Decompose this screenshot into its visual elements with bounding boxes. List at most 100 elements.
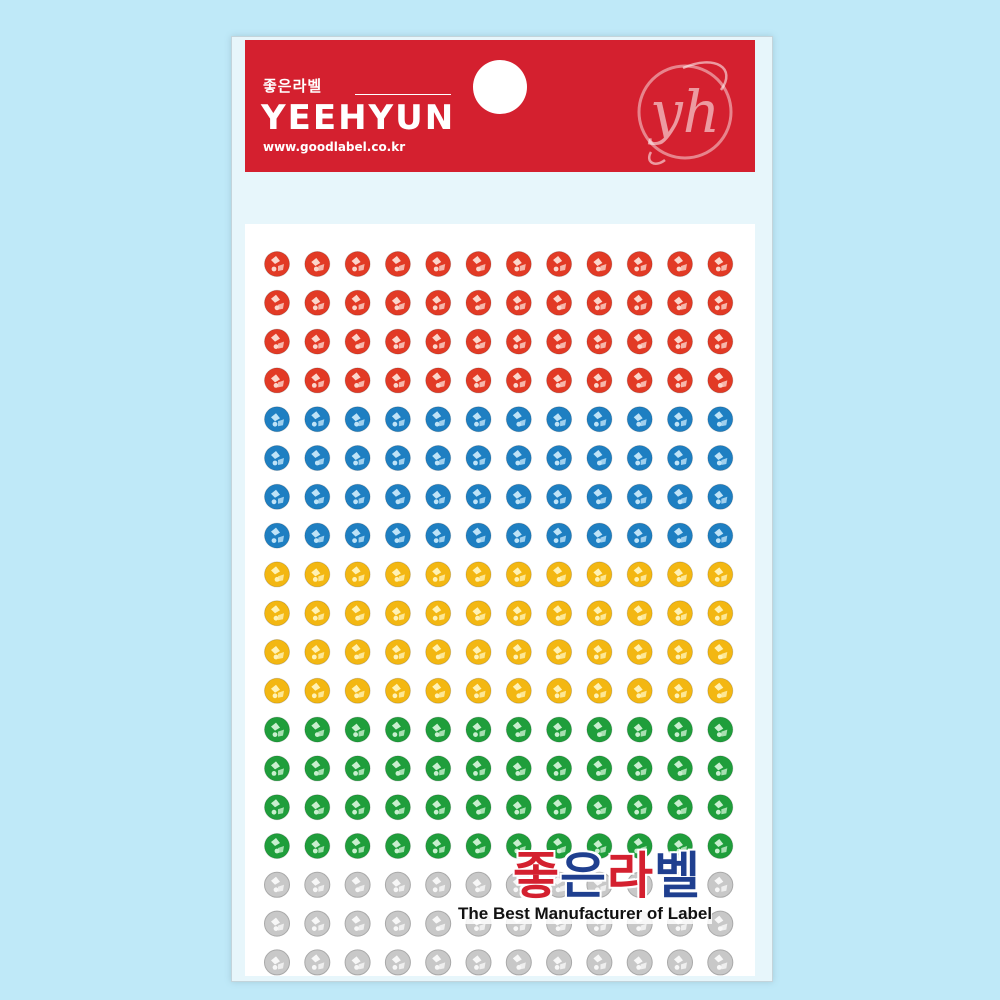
sticker-yellow: [505, 639, 532, 665]
sticker-red: [626, 251, 653, 277]
sticker-yellow: [384, 561, 411, 588]
sticker-clear: [384, 949, 411, 976]
sticker-blue: [707, 406, 734, 433]
sticker-red: [425, 367, 452, 394]
sticker-blue: [667, 522, 693, 549]
sticker-green: [425, 716, 452, 743]
sticker-yellow: [505, 677, 532, 704]
sticker-blue: [344, 445, 371, 471]
sticker-green: [586, 755, 613, 782]
sticker-green: [344, 794, 371, 821]
sticker-red: [304, 289, 331, 316]
sticker-blue: [304, 522, 331, 549]
sticker-yellow: [425, 600, 452, 627]
sticker-green: [465, 833, 492, 859]
sticker-yellow: [707, 600, 734, 627]
sticker-blue: [425, 522, 452, 549]
sticker-blue: [707, 522, 734, 549]
sticker-green: [707, 716, 734, 743]
sticker-clear: [465, 871, 492, 898]
sticker-yellow: [505, 561, 532, 588]
logo-letters: yh: [647, 78, 720, 146]
sticker-red: [465, 367, 492, 394]
sticker-yellow: [304, 600, 331, 627]
sticker-yellow: [425, 677, 452, 704]
sticker-blue: [304, 445, 331, 471]
sticker-green: [264, 755, 290, 782]
sticker-yellow: [344, 677, 371, 704]
sticker-red: [465, 251, 492, 277]
sticker-blue: [264, 522, 290, 549]
sticker-yellow: [344, 561, 371, 588]
sticker-green: [465, 755, 492, 782]
sticker-blue: [465, 445, 492, 471]
sticker-green: [667, 755, 693, 782]
sticker-yellow: [586, 600, 613, 627]
sticker-yellow: [667, 561, 693, 588]
sticker-clear: [304, 871, 331, 898]
sticker-blue: [505, 522, 532, 549]
sticker-red: [586, 289, 613, 316]
sticker-yellow: [707, 639, 734, 665]
sticker-blue: [344, 406, 371, 433]
sticker-blue: [667, 406, 693, 433]
sticker-red: [667, 367, 693, 394]
sticker-blue: [586, 483, 613, 510]
sticker-blue: [505, 406, 532, 433]
sticker-red: [264, 367, 290, 394]
sticker-blue: [264, 483, 290, 510]
sticker-green: [344, 716, 371, 743]
header-divider: [355, 94, 451, 95]
sticker-red: [304, 251, 331, 277]
sticker-yellow: [344, 600, 371, 627]
sticker-red: [384, 367, 411, 394]
sticker-red: [505, 251, 532, 277]
sticker-clear: [264, 910, 290, 937]
sticker-yellow: [707, 561, 734, 588]
sticker-blue: [546, 522, 573, 549]
sticker-blue: [626, 445, 653, 471]
sticker-clear: [304, 949, 331, 976]
sticker-yellow: [384, 639, 411, 665]
sticker-yellow: [626, 561, 653, 588]
sticker-clear: [344, 910, 371, 937]
sticker-yellow: [546, 639, 573, 665]
sticker-green: [465, 716, 492, 743]
sticker-blue: [546, 406, 573, 433]
sticker-yellow: [304, 639, 331, 665]
sticker-green: [707, 755, 734, 782]
sticker-green: [344, 755, 371, 782]
sticker-red: [384, 328, 411, 355]
hang-hole: [473, 60, 527, 114]
sticker-clear: [344, 949, 371, 976]
sticker-blue: [344, 483, 371, 510]
sticker-clear: [425, 949, 452, 976]
sticker-yellow: [304, 561, 331, 588]
sticker-blue: [667, 445, 693, 471]
sticker-blue: [586, 406, 613, 433]
sticker-clear: [264, 871, 290, 898]
sticker-green: [304, 794, 331, 821]
sticker-clear: [707, 871, 734, 898]
sticker-green: [425, 833, 452, 859]
sticker-red: [304, 367, 331, 394]
sticker-green: [586, 794, 613, 821]
sticker-green: [505, 794, 532, 821]
sticker-blue: [707, 483, 734, 510]
sticker-blue: [425, 406, 452, 433]
sticker-green: [425, 794, 452, 821]
sticker-green: [465, 794, 492, 821]
sticker-red: [384, 251, 411, 277]
brand-char-3: 라: [607, 847, 654, 905]
sticker-yellow: [465, 561, 492, 588]
sticker-green: [264, 833, 290, 859]
sticker-green: [304, 755, 331, 782]
sticker-red: [344, 367, 371, 394]
yh-logo-icon: yh: [637, 61, 733, 165]
sticker-blue: [264, 406, 290, 433]
sticker-yellow: [384, 677, 411, 704]
sticker-clear: [384, 910, 411, 937]
sticker-yellow: [264, 677, 290, 704]
sticker-yellow: [626, 639, 653, 665]
sticker-yellow: [586, 639, 613, 665]
